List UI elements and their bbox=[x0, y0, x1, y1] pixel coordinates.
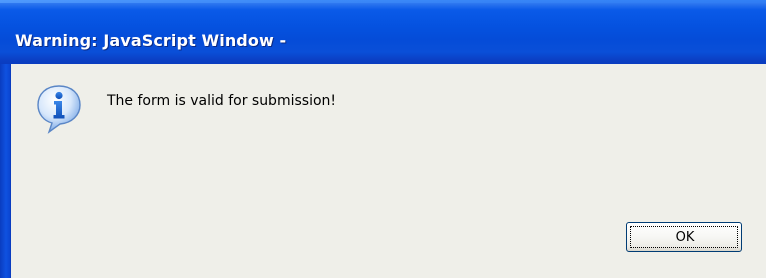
ok-button-label: OK bbox=[675, 229, 695, 245]
dialog-message: The form is valid for submission! bbox=[107, 93, 337, 109]
window-frame-left bbox=[0, 64, 10, 278]
info-icon bbox=[36, 84, 82, 134]
dialog-window: Warning: JavaScript Window - The form is… bbox=[0, 0, 766, 278]
window-title: Warning: JavaScript Window - bbox=[15, 31, 287, 50]
title-bar[interactable]: Warning: JavaScript Window - bbox=[0, 0, 766, 64]
ok-button[interactable]: OK bbox=[626, 222, 742, 252]
